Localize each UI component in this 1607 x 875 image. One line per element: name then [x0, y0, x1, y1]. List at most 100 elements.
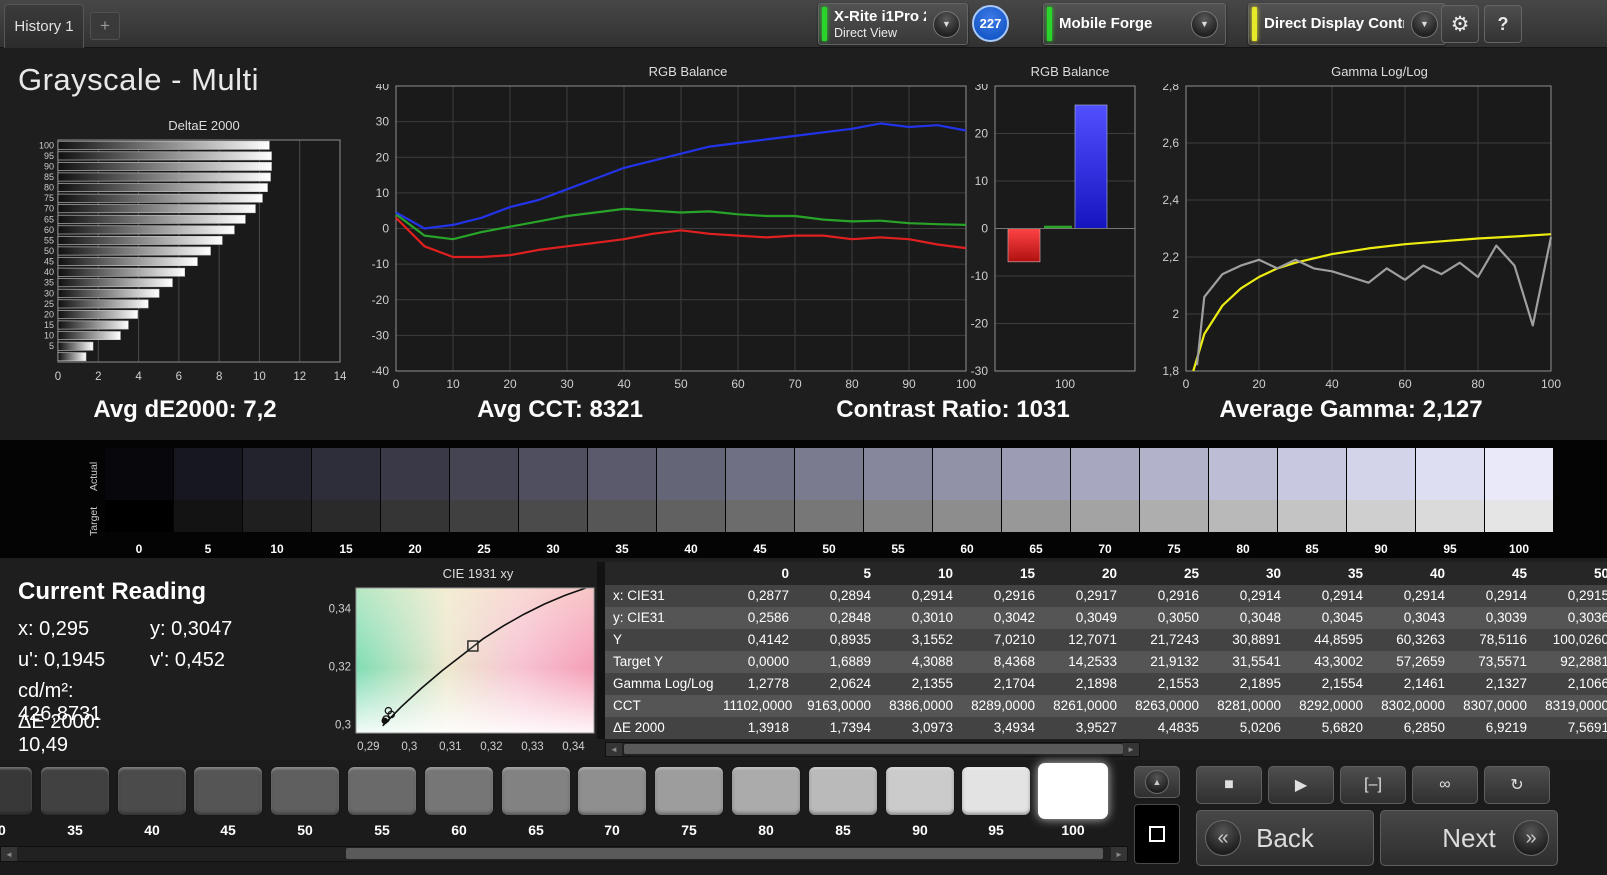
column-header: 40	[1379, 562, 1461, 585]
pattern-list-scrollbar[interactable]: ◄ ►	[0, 846, 1128, 862]
display-control-dropdown[interactable]: Direct Display Control ▼	[1248, 3, 1446, 45]
pattern-level-label: 85	[808, 822, 878, 838]
pattern-level-button-60[interactable]	[424, 766, 494, 816]
deltae-bar-20	[58, 310, 138, 318]
svg-text:90: 90	[902, 377, 916, 391]
svg-text:50: 50	[44, 246, 54, 256]
svg-text:20: 20	[975, 127, 989, 141]
actual-swatch	[933, 448, 1001, 500]
meter-dropdown[interactable]: X-Rite i1Pro 2 Direct View ▼	[818, 3, 968, 45]
table-cell: 0,2914	[1215, 585, 1297, 607]
target-row-label: Target	[88, 504, 100, 538]
column-header: 0	[723, 562, 805, 585]
pattern-level-button-40[interactable]	[117, 766, 187, 816]
scroll-up-button[interactable]: ▲	[1134, 766, 1180, 798]
pattern-level-button-65[interactable]	[501, 766, 571, 816]
actual-swatch	[1278, 448, 1346, 500]
table-cell: 0,3050	[1133, 607, 1215, 629]
table-header-blank	[605, 562, 723, 585]
table-cell: 21,7243	[1133, 629, 1215, 651]
back-button[interactable]: « Back	[1196, 810, 1374, 866]
help-button[interactable]: ?	[1484, 5, 1522, 43]
pattern-level-button-95[interactable]	[961, 766, 1031, 816]
scroll-right-icon[interactable]: ►	[1123, 743, 1139, 756]
deltae-bar-50	[58, 247, 211, 255]
grayscale-swatch-85: 85	[1278, 448, 1346, 532]
table-horizontal-scrollbar[interactable]: ◄ ►	[605, 742, 1140, 757]
chevron-down-icon[interactable]: ▼	[933, 11, 960, 38]
pattern-level-button-45[interactable]	[193, 766, 263, 816]
chevron-down-icon[interactable]: ▼	[1411, 11, 1438, 38]
deltae-bar-100	[58, 141, 269, 149]
scroll-left-icon[interactable]: ◄	[606, 743, 622, 756]
deltae-bar-5	[58, 342, 93, 350]
target-swatch	[726, 500, 794, 532]
scroll-right-icon[interactable]: ►	[1111, 847, 1127, 861]
actual-swatch	[1140, 448, 1208, 500]
actual-swatch	[519, 448, 587, 500]
pattern-level-label: 35	[40, 822, 110, 838]
actual-swatch	[243, 448, 311, 500]
pattern-level-button-30[interactable]	[0, 766, 33, 816]
actual-swatch	[1209, 448, 1277, 500]
pattern-scrollbar-thumb[interactable]	[346, 848, 1103, 859]
actual-swatch	[657, 448, 725, 500]
grayscale-swatch-25: 25	[450, 448, 518, 532]
deltae-bar-45	[58, 258, 197, 266]
swatch-level-label: 95	[1416, 542, 1484, 556]
table-cell: 2,1554	[1297, 673, 1379, 695]
column-header: 30	[1215, 562, 1297, 585]
settings-button[interactable]: ⚙	[1441, 5, 1479, 43]
history-tab[interactable]: History 1	[4, 4, 84, 48]
refresh-icon: ↻	[1510, 775, 1523, 795]
table-cell: 0,2915	[1543, 585, 1607, 607]
svg-text:-10: -10	[372, 257, 390, 271]
play-button[interactable]: ▶	[1268, 766, 1334, 804]
pattern-window-button[interactable]	[1134, 804, 1180, 864]
pattern-level-button-80[interactable]	[731, 766, 801, 816]
scroll-left-icon[interactable]: ◄	[1, 847, 17, 861]
average-gamma-caption: Average Gamma: 2,127	[1186, 396, 1516, 424]
svg-text:-20: -20	[372, 293, 390, 307]
actual-swatch	[312, 448, 380, 500]
table-cell: 8263,0000	[1133, 695, 1215, 717]
deltae-bar-10	[58, 332, 120, 340]
refresh-button[interactable]: ↻	[1484, 766, 1550, 804]
pattern-level-button-35[interactable]	[40, 766, 110, 816]
grayscale-swatch-20: 20	[381, 448, 449, 532]
reading-cdm2: cd/m²: 426,8731	[18, 680, 150, 711]
pattern-level-button-70[interactable]	[577, 766, 647, 816]
svg-text:-30: -30	[372, 328, 390, 342]
svg-text:2: 2	[1172, 307, 1179, 321]
measurement-count-badge[interactable]: 227	[972, 5, 1009, 42]
svg-text:30: 30	[560, 377, 574, 391]
measure-continuous-button[interactable]: ∞	[1412, 766, 1478, 804]
pattern-level-button-75[interactable]	[654, 766, 724, 816]
next-chevrons-icon: »	[1513, 820, 1549, 856]
pattern-level-button-100[interactable]	[1038, 763, 1108, 819]
pattern-level-button-50[interactable]	[270, 766, 340, 816]
stop-button[interactable]: ■	[1196, 766, 1262, 804]
svg-text:30: 30	[975, 84, 989, 93]
next-button[interactable]: Next »	[1380, 810, 1558, 866]
table-cell: 2,1355	[887, 673, 969, 695]
source-dropdown[interactable]: Mobile Forge ▼	[1043, 3, 1226, 45]
table-cell: 0,4142	[723, 629, 805, 651]
meter-name: X-Rite i1Pro 2	[834, 8, 926, 26]
table-scrollbar-thumb[interactable]	[624, 744, 1123, 754]
table-cell: 5,0206	[1215, 717, 1297, 739]
table-cell: 2,1704	[969, 673, 1051, 695]
svg-text:10: 10	[446, 377, 460, 391]
pattern-level-button-55[interactable]	[347, 766, 417, 816]
measure-single-button[interactable]: [–]	[1340, 766, 1406, 804]
table-cell: 0,3048	[1215, 607, 1297, 629]
deltae-bar-95	[58, 152, 272, 160]
deltae-bar-80	[58, 184, 268, 192]
chevron-down-icon[interactable]: ▼	[1191, 11, 1218, 38]
add-tab-button[interactable]: +	[90, 12, 120, 40]
pattern-level-button-90[interactable]	[885, 766, 955, 816]
pattern-level-button-85[interactable]	[808, 766, 878, 816]
target-swatch	[450, 500, 518, 532]
reading-u: u': 0,1945	[18, 649, 150, 680]
table-cell: 8386,0000	[887, 695, 969, 717]
